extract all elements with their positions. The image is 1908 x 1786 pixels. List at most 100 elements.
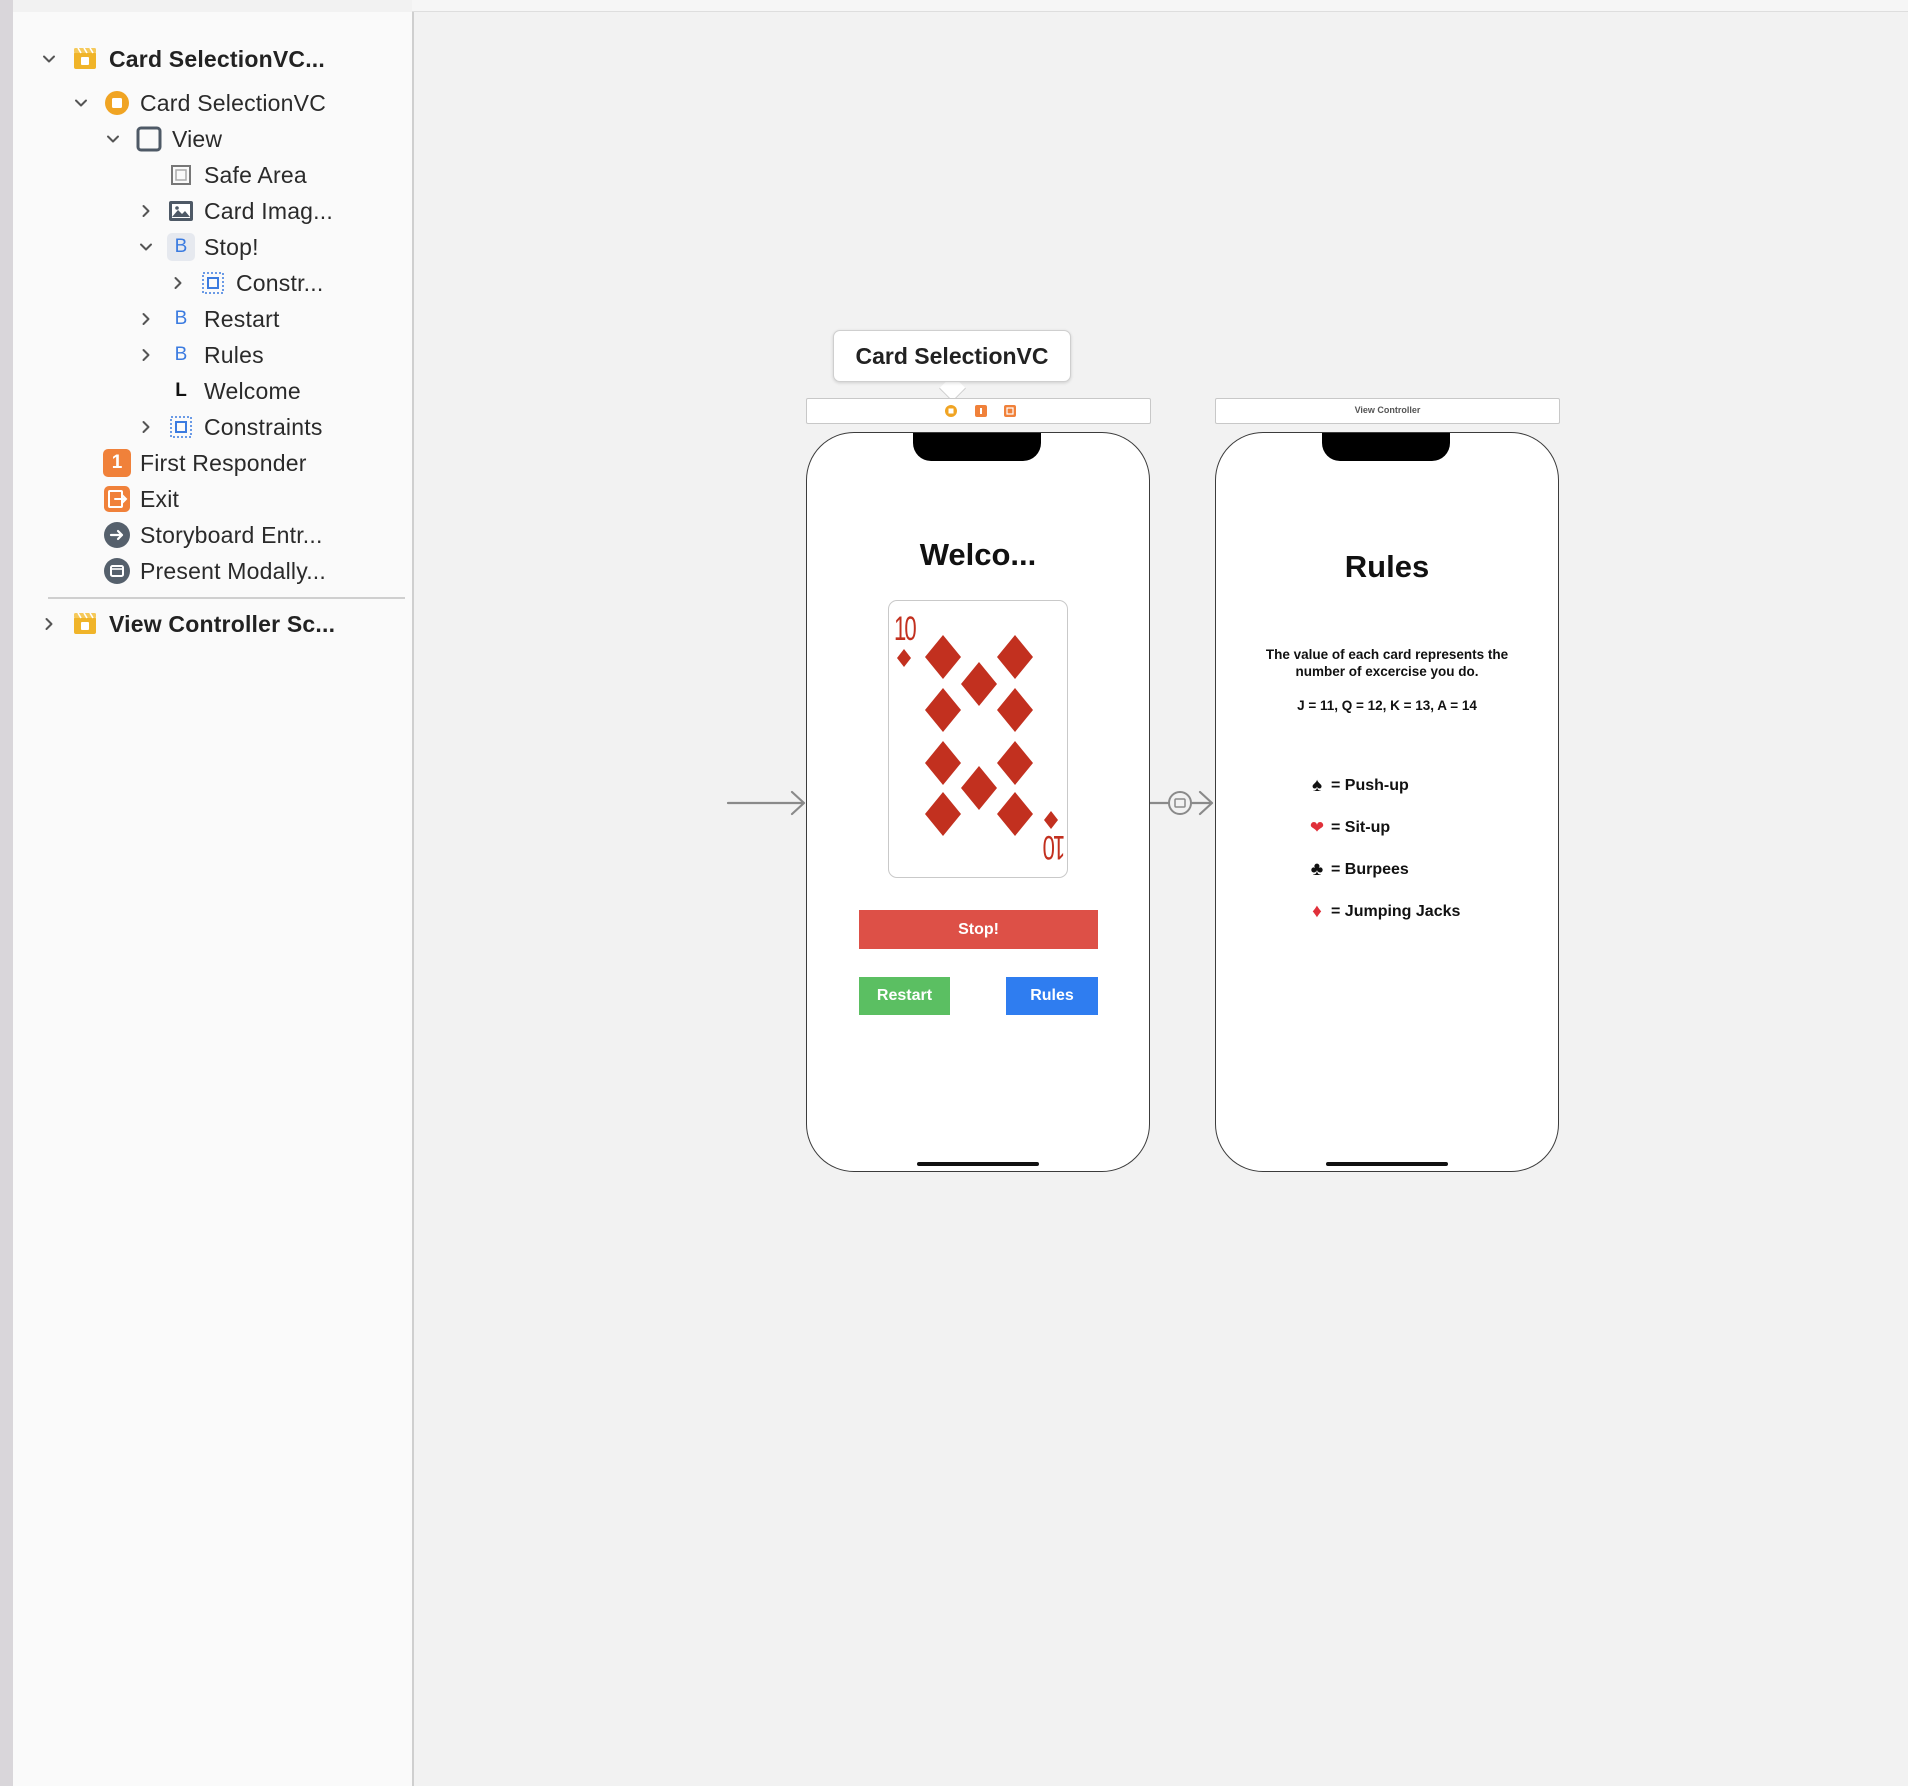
- suit-rule-diamond: ♦ = Jumping Jacks: [1305, 901, 1460, 923]
- exit-icon[interactable]: [1004, 405, 1016, 417]
- button-icon: B: [174, 344, 188, 365]
- card-rank-top: 10: [894, 610, 917, 648]
- outline-item-storyboard-entry[interactable]: Storyboard Entr...: [13, 518, 412, 552]
- club-icon: ♣: [1310, 859, 1324, 880]
- button-icon: B: [174, 308, 188, 329]
- home-indicator: [917, 1162, 1039, 1166]
- outline-item-label: Card SelectionVC...: [109, 45, 325, 72]
- outline-item-button-constraints[interactable]: Constr...: [13, 266, 412, 300]
- chevron-down-icon[interactable]: [70, 86, 92, 120]
- outline-item-label: First Responder: [140, 449, 307, 476]
- heart-icon: ❤: [1309, 818, 1325, 837]
- chevron-right-icon[interactable]: [167, 266, 189, 300]
- storyboard-canvas[interactable]: [414, 12, 1908, 1786]
- suit-rule-text: = Push-up: [1331, 777, 1409, 794]
- chevron-right-icon[interactable]: [38, 607, 60, 641]
- card-values-text: J = 11, Q = 12, K = 13, A = 14: [1297, 698, 1477, 713]
- scene-icon: [71, 610, 99, 638]
- outline-item-label: Present Modally...: [140, 557, 326, 584]
- stop-button[interactable]: Stop!: [859, 910, 1098, 949]
- suit-rule-text: = Sit-up: [1331, 819, 1391, 836]
- outline-item-rules-button[interactable]: B Rules: [13, 338, 412, 372]
- outline-item-label: Restart: [204, 305, 280, 332]
- outline-item-present-modally-segue[interactable]: Present Modally...: [13, 554, 412, 588]
- exit-icon: [103, 485, 131, 513]
- label-icon: L: [175, 380, 187, 401]
- chevron-down-icon[interactable]: [135, 230, 157, 264]
- spade-icon: ♠: [1311, 775, 1323, 796]
- outline-item-label: View: [172, 125, 223, 152]
- outline-item-card-image[interactable]: Card Imag...: [13, 194, 412, 228]
- button-icon: B: [167, 233, 195, 261]
- outline-item-view[interactable]: View: [13, 122, 412, 156]
- rules-description: The value of each card represents the nu…: [1265, 647, 1509, 679]
- storyboard-entry-icon: [103, 521, 131, 549]
- outline-item-stop-button[interactable]: B Stop!: [13, 230, 412, 264]
- outline-item-view-controller-scene[interactable]: View Controller Sc...: [13, 607, 412, 641]
- outline-item-label: View Controller Sc...: [109, 610, 336, 637]
- outline-item-label: Storyboard Entr...: [140, 521, 323, 548]
- scene-dock-bar-view-controller[interactable]: View Controller: [1215, 398, 1560, 424]
- outline-item-label: Constr...: [236, 269, 324, 296]
- outline-item-restart-button[interactable]: B Restart: [13, 302, 412, 336]
- chevron-down-icon[interactable]: [102, 122, 124, 156]
- scene-dock-bar[interactable]: [806, 398, 1151, 424]
- diamond-suit-icon: [897, 649, 911, 667]
- constraints-icon: [199, 269, 227, 297]
- card-image: 10 10: [888, 600, 1068, 878]
- suit-rule-text: = Burpees: [1331, 861, 1409, 878]
- outline-item-card-selection-vc[interactable]: Card SelectionVC: [13, 86, 412, 120]
- image-view-icon: [167, 197, 195, 225]
- view-controller-icon: [103, 89, 131, 117]
- storyboard-entry-arrow[interactable]: [726, 788, 808, 818]
- restart-button[interactable]: Restart: [859, 977, 950, 1015]
- outline-item-label: Welcome: [204, 377, 301, 404]
- diamond-icon: ♦: [1312, 901, 1322, 922]
- outline-item-label: Card Imag...: [204, 197, 333, 224]
- suit-rule-spade: ♠ = Push-up: [1305, 775, 1409, 797]
- outline-item-label: Exit: [140, 485, 180, 512]
- present-modally-segue-arrow[interactable]: [1148, 788, 1216, 818]
- card-selection-screen[interactable]: Welco... 10 10 Stop! Restart Rules: [806, 432, 1150, 1172]
- outline-item-exit[interactable]: Exit: [13, 482, 412, 516]
- outline-item-first-responder[interactable]: 1 First Responder: [13, 446, 412, 480]
- outline-item-label: Card SelectionVC: [140, 89, 327, 116]
- document-outline: Card SelectionVC... Card SelectionVC Vie…: [13, 12, 414, 1786]
- device-notch: [1322, 433, 1450, 461]
- chevron-right-icon[interactable]: [135, 194, 157, 228]
- chevron-down-icon[interactable]: [38, 42, 60, 76]
- welcome-label: Welco...: [919, 537, 1037, 572]
- rules-button[interactable]: Rules: [1006, 977, 1098, 1015]
- segue-icon: [103, 557, 131, 585]
- scene-title-callout: Card SelectionVC: [833, 330, 1071, 382]
- canvas-top-bar: [412, 0, 1908, 12]
- suit-rule-text: = Jumping Jacks: [1331, 903, 1461, 920]
- outline-item-view-constraints[interactable]: Constraints: [13, 410, 412, 444]
- device-notch: [913, 433, 1041, 461]
- outline-item-safe-area[interactable]: Safe Area: [13, 158, 412, 192]
- rules-screen[interactable]: Rules The value of each card represents …: [1215, 432, 1559, 1172]
- outline-item-welcome-label[interactable]: L Welcome: [13, 374, 412, 408]
- outline-divider: [48, 597, 405, 599]
- view-controller-icon[interactable]: [945, 405, 957, 417]
- card-pips: [925, 635, 1033, 836]
- safe-area-icon: [167, 161, 195, 189]
- suit-rule-heart: ❤ = Sit-up: [1305, 817, 1390, 839]
- outline-item-label: Stop!: [204, 233, 259, 260]
- first-responder-icon[interactable]: [975, 405, 987, 417]
- outline-item-card-selection-scene[interactable]: Card SelectionVC...: [13, 42, 412, 76]
- constraints-icon: [167, 413, 195, 441]
- card-rank-bottom: 10: [1044, 828, 1066, 866]
- home-indicator: [1326, 1162, 1448, 1166]
- chevron-right-icon[interactable]: [135, 410, 157, 444]
- outline-item-label: Safe Area: [204, 161, 307, 188]
- outline-item-label: Constraints: [204, 413, 323, 440]
- chevron-right-icon[interactable]: [135, 338, 157, 372]
- view-icon: [135, 125, 163, 153]
- scene-icon: [71, 45, 99, 73]
- scene-dock-title: View Controller: [1354, 405, 1421, 415]
- first-responder-icon: 1: [103, 449, 131, 477]
- outline-item-label: Rules: [204, 341, 264, 368]
- chevron-right-icon[interactable]: [135, 302, 157, 336]
- window-edge: [0, 0, 13, 1786]
